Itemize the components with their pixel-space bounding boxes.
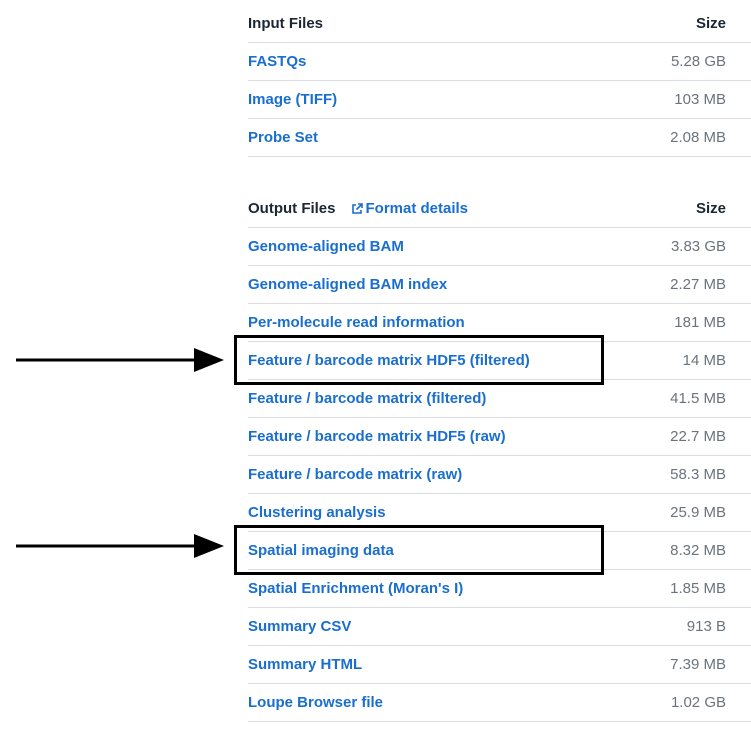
table-row: Probe Set 2.08 MB [248, 119, 751, 157]
input-files-heading: Input Files [248, 15, 323, 32]
file-link-summary-csv[interactable]: Summary CSV [248, 618, 351, 635]
file-link-clustering[interactable]: Clustering analysis [248, 504, 386, 521]
format-details-label: Format details [365, 200, 469, 217]
file-link-matrix-raw[interactable]: Feature / barcode matrix (raw) [248, 466, 462, 483]
table-row: Image (TIFF) 103 MB [248, 81, 751, 119]
table-row: Genome-aligned BAM index 2.27 MB [248, 266, 751, 304]
input-files-table: Input Files Size FASTQs 5.28 GB Image (T… [248, 5, 751, 157]
file-link-genome-bam-index[interactable]: Genome-aligned BAM index [248, 276, 447, 293]
table-row: Loupe Browser file 1.02 GB [248, 684, 751, 722]
file-size: 41.5 MB [670, 390, 726, 407]
file-link-spatial-enrichment[interactable]: Spatial Enrichment (Moran's I) [248, 580, 463, 597]
file-table-page: Input Files Size FASTQs 5.28 GB Image (T… [0, 0, 751, 736]
table-row: Genome-aligned BAM 3.83 GB [248, 228, 751, 266]
file-link-summary-html[interactable]: Summary HTML [248, 656, 362, 673]
file-link-probe-set[interactable]: Probe Set [248, 129, 318, 146]
file-size: 913 B [686, 618, 726, 635]
file-size: 5.28 GB [670, 53, 726, 70]
file-link-loupe-browser[interactable]: Loupe Browser file [248, 694, 383, 711]
file-size: 3.83 GB [670, 238, 726, 255]
highlight-box-spatial-imaging [234, 525, 604, 575]
file-link-per-molecule[interactable]: Per-molecule read information [248, 314, 465, 331]
table-row: Feature / barcode matrix HDF5 (raw) 22.7… [248, 418, 751, 456]
file-link-genome-bam[interactable]: Genome-aligned BAM [248, 238, 404, 255]
output-header-left: Output Files Format details [248, 200, 468, 217]
input-files-header-row: Input Files Size [248, 5, 751, 43]
file-size: 1.85 MB [670, 580, 726, 597]
right-arrow-icon [16, 534, 224, 558]
file-size: 8.32 MB [670, 542, 726, 559]
table-row: Spatial Enrichment (Moran's I) 1.85 MB [248, 570, 751, 608]
output-files-table: Output Files Format details Size Genome-… [248, 190, 751, 722]
file-link-image-tiff[interactable]: Image (TIFF) [248, 91, 337, 108]
file-size: 7.39 MB [670, 656, 726, 673]
file-size: 2.27 MB [670, 276, 726, 293]
file-size: 2.08 MB [670, 129, 726, 146]
file-size: 1.02 GB [670, 694, 726, 711]
external-link-icon [351, 202, 363, 214]
input-size-heading: Size [695, 15, 726, 32]
output-size-heading: Size [695, 200, 726, 217]
file-size: 22.7 MB [670, 428, 726, 445]
file-size: 58.3 MB [670, 466, 726, 483]
highlight-box-hdf5-filtered [234, 335, 604, 385]
file-link-fastqs[interactable]: FASTQs [248, 53, 306, 70]
file-size: 25.9 MB [670, 504, 726, 521]
right-arrow-icon [16, 348, 224, 372]
table-row: FASTQs 5.28 GB [248, 43, 751, 81]
format-details-link[interactable]: Format details [351, 200, 469, 217]
file-size: 14 MB [682, 352, 726, 369]
file-size: 103 MB [674, 91, 726, 108]
table-row: Feature / barcode matrix (filtered) 41.5… [248, 380, 751, 418]
output-files-heading: Output Files [248, 200, 336, 217]
file-size: 181 MB [674, 314, 726, 331]
output-files-header-row: Output Files Format details Size [248, 190, 751, 228]
table-row: Summary CSV 913 B [248, 608, 751, 646]
table-row: Summary HTML 7.39 MB [248, 646, 751, 684]
table-row: Feature / barcode matrix (raw) 58.3 MB [248, 456, 751, 494]
file-link-matrix-filtered[interactable]: Feature / barcode matrix (filtered) [248, 390, 486, 407]
file-link-matrix-hdf5-raw[interactable]: Feature / barcode matrix HDF5 (raw) [248, 428, 506, 445]
